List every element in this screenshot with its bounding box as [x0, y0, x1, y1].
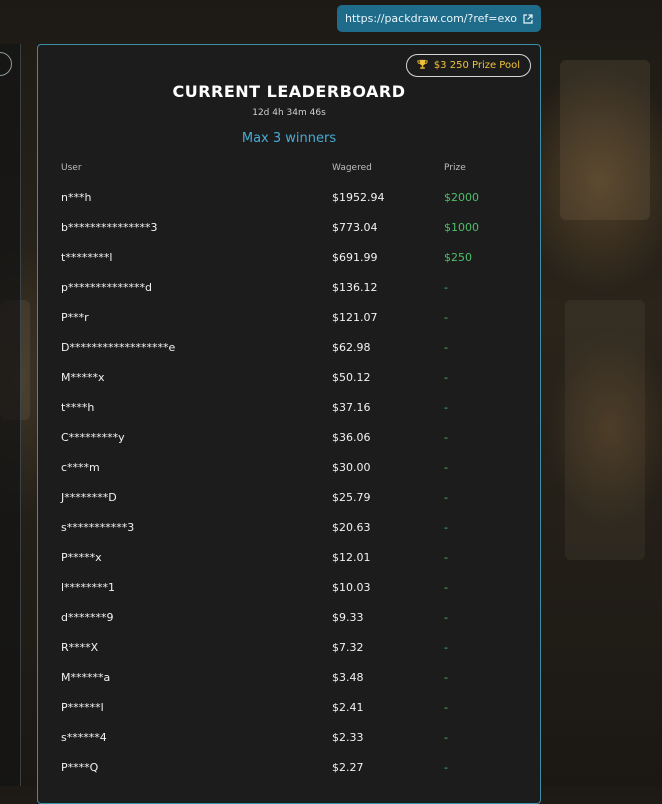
- leaderboard-row: P******l $2.41 -: [38, 701, 540, 731]
- leaderboard-row: C*********y $36.06 -: [38, 431, 540, 461]
- row-wagered: $2.41: [332, 701, 364, 714]
- referral-link-text: https://packdraw.com/?ref=exo: [345, 12, 517, 25]
- row-user: s******4: [61, 731, 107, 744]
- row-user: C*********y: [61, 431, 125, 444]
- row-user: c****m: [61, 461, 100, 474]
- background-pillar: [565, 300, 645, 560]
- row-user: M******a: [61, 671, 111, 684]
- row-user: t********l: [61, 251, 113, 264]
- row-wagered: $691.99: [332, 251, 378, 264]
- row-prize: $2000: [444, 191, 479, 204]
- row-prize: -: [444, 311, 448, 324]
- row-user: M*****x: [61, 371, 105, 384]
- prize-pool-text: $3 250 Prize Pool: [433, 60, 520, 71]
- previous-leaderboard-panel: [0, 44, 21, 786]
- row-user: P****Q: [61, 761, 99, 774]
- row-wagered: $136.12: [332, 281, 378, 294]
- leaderboard-row: s******4 $2.33 -: [38, 731, 540, 761]
- row-prize: -: [444, 611, 448, 624]
- row-user: s***********3: [61, 521, 135, 534]
- row-prize: -: [444, 701, 448, 714]
- row-prize: -: [444, 281, 448, 294]
- row-user: b***************3: [61, 221, 158, 234]
- row-prize: -: [444, 431, 448, 444]
- leaderboard-row: P***r $121.07 -: [38, 311, 540, 341]
- leaderboard-row: n***h $1952.94 $2000: [38, 191, 540, 221]
- trophy-icon: [417, 59, 428, 73]
- row-wagered: $37.16: [332, 401, 371, 414]
- row-user: P***r: [61, 311, 89, 324]
- row-prize: -: [444, 461, 448, 474]
- row-user: R****X: [61, 641, 99, 654]
- leaderboard-row: J********D $25.79 -: [38, 491, 540, 521]
- row-prize: -: [444, 641, 448, 654]
- leaderboard-row: d*******9 $9.33 -: [38, 611, 540, 641]
- column-header-wagered: Wagered: [332, 163, 372, 173]
- leaderboard-row: c****m $30.00 -: [38, 461, 540, 491]
- row-prize: -: [444, 581, 448, 594]
- row-user: J********D: [61, 491, 117, 504]
- row-wagered: $20.63: [332, 521, 371, 534]
- row-wagered: $1952.94: [332, 191, 385, 204]
- row-prize: $1000: [444, 221, 479, 234]
- row-wagered: $3.48: [332, 671, 364, 684]
- row-wagered: $62.98: [332, 341, 371, 354]
- row-user: p**************d: [61, 281, 152, 294]
- row-prize: -: [444, 401, 448, 414]
- row-wagered: $10.03: [332, 581, 371, 594]
- leaderboard-row: R****X $7.32 -: [38, 641, 540, 671]
- row-wagered: $2.27: [332, 761, 364, 774]
- leaderboard-row: t********l $691.99 $250: [38, 251, 540, 281]
- row-prize: -: [444, 521, 448, 534]
- row-prize: -: [444, 551, 448, 564]
- leaderboard-row: p**************d $136.12 -: [38, 281, 540, 311]
- row-prize: -: [444, 491, 448, 504]
- row-wagered: $7.32: [332, 641, 364, 654]
- row-user: n***h: [61, 191, 92, 204]
- row-prize: -: [444, 371, 448, 384]
- row-user: d*******9: [61, 611, 114, 624]
- row-prize: $250: [444, 251, 472, 264]
- leaderboard-row: s***********3 $20.63 -: [38, 521, 540, 551]
- row-wagered: $36.06: [332, 431, 371, 444]
- row-user: t****h: [61, 401, 95, 414]
- row-prize: -: [444, 671, 448, 684]
- max-winners-label: Max 3 winners: [241, 131, 337, 146]
- column-header-prize: Prize: [444, 163, 466, 173]
- background-pillar: [560, 60, 650, 220]
- external-link-icon: [523, 13, 533, 24]
- row-wagered: $25.79: [332, 491, 371, 504]
- column-header-user: User: [61, 163, 82, 173]
- leaderboard-row: M*****x $50.12 -: [38, 371, 540, 401]
- row-prize: -: [444, 761, 448, 774]
- row-user: l********1: [61, 581, 116, 594]
- prize-pool-badge: $3 250 Prize Pool: [405, 54, 531, 77]
- leaderboard-card: $3 250 Prize Pool CURRENT LEADERBOARD 12…: [37, 44, 541, 804]
- leaderboard-row: l********1 $10.03 -: [38, 581, 540, 611]
- row-wagered: $121.07: [332, 311, 378, 324]
- leaderboard-row: P****Q $2.27 -: [38, 761, 540, 791]
- row-user: D******************e: [61, 341, 176, 354]
- countdown-timer: 12d 4h 34m 46s: [252, 108, 326, 118]
- leaderboard-row: P*****x $12.01 -: [38, 551, 540, 581]
- leaderboard-title: CURRENT LEADERBOARD: [172, 82, 406, 101]
- referral-link-button[interactable]: https://packdraw.com/?ref=exo: [337, 5, 541, 32]
- row-wagered: $12.01: [332, 551, 371, 564]
- row-prize: -: [444, 341, 448, 354]
- leaderboard-row: t****h $37.16 -: [38, 401, 540, 431]
- row-wagered: $50.12: [332, 371, 371, 384]
- leaderboard-row: D******************e $62.98 -: [38, 341, 540, 371]
- leaderboard-row: M******a $3.48 -: [38, 671, 540, 701]
- row-user: P******l: [61, 701, 104, 714]
- row-wagered: $30.00: [332, 461, 371, 474]
- row-wagered: $773.04: [332, 221, 378, 234]
- leaderboard-row: b***************3 $773.04 $1000: [38, 221, 540, 251]
- row-wagered: $9.33: [332, 611, 364, 624]
- row-wagered: $2.33: [332, 731, 364, 744]
- row-prize: -: [444, 731, 448, 744]
- row-user: P*****x: [61, 551, 102, 564]
